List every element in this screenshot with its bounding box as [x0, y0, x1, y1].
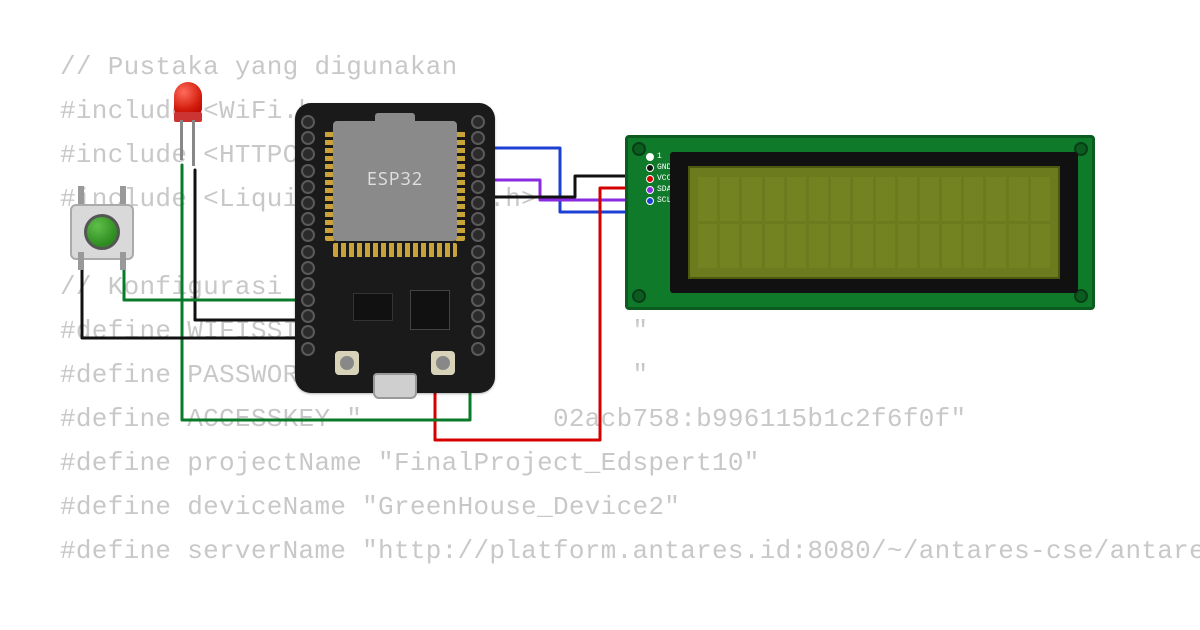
esp32-pin [301, 115, 315, 129]
lcd-screw [632, 289, 646, 303]
esp32-pin [301, 245, 315, 259]
lcd-cell [964, 224, 983, 268]
esp32-pin [301, 147, 315, 161]
esp32-pin [301, 196, 315, 210]
esp32-en-button[interactable] [335, 351, 359, 375]
esp32-pin [301, 228, 315, 242]
esp32-pin [301, 164, 315, 178]
lcd-i2c-pin-gnd: GND [646, 163, 671, 172]
esp32-usb-port [373, 373, 417, 399]
esp32-pin [301, 180, 315, 194]
esp32-pin [301, 325, 315, 339]
esp32-pin [471, 309, 485, 323]
esp32-pin [301, 261, 315, 275]
esp32-label: ESP32 [333, 167, 457, 191]
lcd-cell [1031, 177, 1050, 221]
esp32-pin [471, 342, 485, 356]
esp32-pin [471, 180, 485, 194]
lcd-cell [920, 224, 939, 268]
button-pin [120, 252, 126, 270]
lcd-cell [1009, 224, 1028, 268]
lcd-cell [986, 224, 1005, 268]
led-anode [192, 120, 195, 166]
lcd-cell [942, 224, 961, 268]
esp32-pin [301, 309, 315, 323]
esp32-board[interactable]: ESP32 [295, 103, 495, 393]
esp32-boot-button[interactable] [431, 351, 455, 375]
led-red[interactable] [168, 82, 208, 162]
button-pin [78, 252, 84, 270]
esp32-pin [471, 261, 485, 275]
esp32-pin [471, 147, 485, 161]
esp32-pins-right [471, 115, 489, 356]
lcd-row-0 [698, 177, 1050, 221]
lcd-16x2[interactable]: 1 GND VCC SDA SCL [625, 135, 1095, 310]
lcd-i2c-pin-sda: SDA [646, 185, 671, 194]
lcd-cell [720, 224, 739, 268]
lcd-cell [876, 177, 895, 221]
lcd-cell [809, 177, 828, 221]
lcd-cell [1031, 224, 1050, 268]
lcd-cell [698, 224, 717, 268]
esp32-pin [301, 293, 315, 307]
esp32-pin [301, 212, 315, 226]
esp32-pin [471, 164, 485, 178]
lcd-cell [742, 177, 761, 221]
button-pin [78, 186, 84, 204]
lcd-cell [765, 177, 784, 221]
esp32-pin [471, 212, 485, 226]
esp32-pin [471, 115, 485, 129]
lcd-cell [1009, 177, 1028, 221]
lcd-cell [831, 224, 850, 268]
lcd-cell [876, 224, 895, 268]
lcd-i2c-header: 1 GND VCC SDA SCL [646, 152, 671, 205]
lcd-screw [632, 142, 646, 156]
esp32-pads-bottom [333, 243, 457, 257]
esp32-pin [471, 293, 485, 307]
button-cap [84, 214, 120, 250]
esp32-pin [471, 277, 485, 291]
led-base [174, 112, 202, 122]
lcd-row-1 [698, 224, 1050, 268]
esp32-pin [471, 131, 485, 145]
lcd-cell [698, 177, 717, 221]
esp32-pin [301, 342, 315, 356]
lcd-cell [787, 177, 806, 221]
esp32-rf-shield: ESP32 [333, 121, 457, 241]
led-bulb [174, 82, 202, 116]
esp32-pin [471, 228, 485, 242]
esp32-pin [301, 277, 315, 291]
push-button[interactable] [62, 190, 142, 266]
lcd-glass [688, 166, 1060, 279]
lcd-cell [898, 224, 917, 268]
esp32-regulator-chip [353, 293, 393, 321]
esp32-pin [471, 196, 485, 210]
lcd-cell [831, 177, 850, 221]
led-cathode [180, 120, 183, 160]
lcd-cell [920, 177, 939, 221]
button-pin [120, 186, 126, 204]
lcd-i2c-pin-vcc: VCC [646, 174, 671, 183]
lcd-cell [853, 177, 872, 221]
lcd-bezel [670, 152, 1078, 293]
lcd-cell [809, 224, 828, 268]
esp32-usb-chip [413, 293, 447, 327]
esp32-pin [301, 131, 315, 145]
lcd-cell [898, 177, 917, 221]
esp32-pins-left [301, 115, 319, 356]
lcd-cell [942, 177, 961, 221]
lcd-cell [964, 177, 983, 221]
lcd-cell [853, 224, 872, 268]
lcd-cell [765, 224, 784, 268]
lcd-i2c-pin-1: 1 [646, 152, 671, 161]
esp32-pin [471, 245, 485, 259]
lcd-cell [742, 224, 761, 268]
lcd-i2c-pin-scl: SCL [646, 196, 671, 205]
esp32-pin [471, 325, 485, 339]
lcd-cell [720, 177, 739, 221]
lcd-cell [787, 224, 806, 268]
lcd-cell [986, 177, 1005, 221]
